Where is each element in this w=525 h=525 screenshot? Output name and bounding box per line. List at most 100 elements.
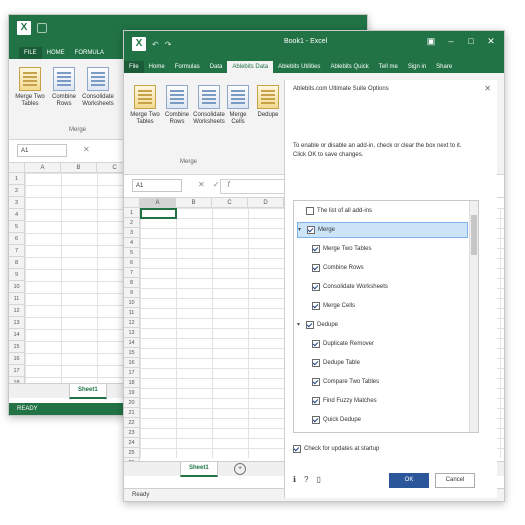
redo-icon[interactable]: ↷ bbox=[165, 40, 172, 49]
row-header[interactable]: 6 bbox=[124, 258, 140, 268]
checkbox[interactable] bbox=[312, 245, 320, 253]
checkbox[interactable] bbox=[312, 416, 320, 424]
row-header[interactable]: 13 bbox=[124, 328, 140, 338]
cancel-icon[interactable]: ✕ bbox=[83, 145, 90, 154]
tree-item[interactable]: Quick Dedupe bbox=[312, 412, 361, 428]
row-header[interactable]: 17 bbox=[124, 368, 140, 378]
row-header[interactable]: 9 bbox=[124, 288, 140, 298]
row-header[interactable]: 7 bbox=[9, 245, 25, 257]
row-header[interactable]: 25 bbox=[124, 448, 140, 458]
row-header[interactable]: 7 bbox=[124, 268, 140, 278]
checkbox[interactable] bbox=[312, 283, 320, 291]
row-header[interactable]: 5 bbox=[9, 221, 25, 233]
add-sheet-icon[interactable]: + bbox=[234, 463, 246, 475]
tab-data[interactable]: Data bbox=[205, 61, 228, 73]
tree-item[interactable]: Duplicate Remover bbox=[312, 336, 374, 352]
row-header[interactable]: 14 bbox=[124, 338, 140, 348]
row-header[interactable]: 3 bbox=[124, 228, 140, 238]
row-header[interactable]: 5 bbox=[124, 248, 140, 258]
tree-item[interactable]: Dedupe Table bbox=[312, 355, 360, 371]
row-header[interactable]: 9 bbox=[9, 269, 25, 281]
row-header[interactable]: 15 bbox=[124, 348, 140, 358]
combine-rows-button[interactable]: Combine Rows bbox=[160, 85, 194, 126]
row-header[interactable]: 10 bbox=[124, 298, 140, 308]
page-icon[interactable]: ▯ bbox=[317, 475, 321, 484]
column-header[interactable]: A bbox=[25, 163, 61, 173]
row-header[interactable]: 10 bbox=[9, 281, 25, 293]
row-header[interactable]: 15 bbox=[9, 341, 25, 353]
name-box[interactable]: A1 bbox=[132, 179, 182, 192]
row-header[interactable]: 3 bbox=[9, 197, 25, 209]
tree-item[interactable]: Find Fuzzy Matches bbox=[312, 393, 377, 409]
checkbox[interactable] bbox=[312, 264, 320, 272]
checkbox[interactable] bbox=[312, 340, 320, 348]
checkbox[interactable] bbox=[293, 445, 301, 453]
enter-icon[interactable]: ✓ bbox=[213, 180, 220, 189]
merge-two-tables-button[interactable]: Merge Two Tables bbox=[128, 85, 162, 126]
row-header[interactable]: 2 bbox=[9, 185, 25, 197]
tab-file[interactable]: File bbox=[124, 61, 144, 73]
sheet-tab[interactable]: Sheet1 bbox=[180, 462, 218, 477]
tree-item[interactable]: Consolidate Worksheets bbox=[312, 279, 388, 295]
tab-home[interactable]: HOME bbox=[42, 47, 70, 59]
row-header[interactable]: 1 bbox=[9, 173, 25, 185]
tree-item[interactable]: ▾ Dedupe bbox=[297, 317, 338, 333]
ribbon-display-icon[interactable]: ▣ bbox=[426, 36, 436, 47]
consolidate-worksheets-button[interactable]: Consolidate Worksheets bbox=[192, 85, 226, 126]
ok-button[interactable]: OK bbox=[389, 473, 429, 488]
minimize-icon[interactable]: – bbox=[446, 36, 456, 47]
merge-cells-button[interactable]: Merge Cells bbox=[224, 85, 252, 126]
column-header[interactable]: A bbox=[140, 198, 176, 208]
column-header[interactable]: C bbox=[212, 198, 248, 208]
tab-share[interactable]: Share bbox=[431, 61, 457, 73]
tab-formulas[interactable]: Formulas bbox=[170, 61, 205, 73]
row-header[interactable]: 8 bbox=[124, 278, 140, 288]
row-header[interactable]: 2 bbox=[124, 218, 140, 228]
select-all[interactable] bbox=[9, 163, 25, 173]
tree-scrollbar[interactable] bbox=[469, 201, 478, 432]
expand-icon[interactable]: ▾ bbox=[297, 317, 303, 333]
undo-icon[interactable]: ↶ bbox=[152, 40, 159, 49]
select-all[interactable] bbox=[124, 198, 140, 208]
consolidate-worksheets-button[interactable]: Consolidate Worksheets bbox=[81, 67, 115, 108]
close-icon[interactable]: ✕ bbox=[484, 84, 491, 93]
tree-item[interactable]: Merge Cells bbox=[312, 298, 355, 314]
row-header[interactable]: 21 bbox=[124, 408, 140, 418]
checkbox[interactable] bbox=[306, 207, 314, 215]
tree-item[interactable]: Compare Two Tables bbox=[312, 374, 379, 390]
row-header[interactable]: 16 bbox=[9, 353, 25, 365]
column-header[interactable]: B bbox=[176, 198, 212, 208]
row-header[interactable]: 13 bbox=[9, 317, 25, 329]
close-icon[interactable]: ✕ bbox=[486, 36, 496, 47]
formula-input[interactable] bbox=[220, 179, 284, 194]
row-header[interactable]: 12 bbox=[9, 305, 25, 317]
row-header[interactable]: 19 bbox=[124, 388, 140, 398]
combine-rows-button[interactable]: Combine Rows bbox=[47, 67, 81, 108]
row-header[interactable]: 12 bbox=[124, 318, 140, 328]
row-header[interactable]: 6 bbox=[9, 233, 25, 245]
tab-ablebits-utilities[interactable]: Ablebits Utilities bbox=[273, 61, 325, 73]
row-header[interactable]: 22 bbox=[124, 418, 140, 428]
row-header[interactable]: 11 bbox=[9, 293, 25, 305]
tab-formulas[interactable]: FORMULA bbox=[70, 47, 109, 59]
row-header[interactable]: 18 bbox=[124, 378, 140, 388]
dedupe-button[interactable]: Dedupe bbox=[254, 85, 282, 119]
tree-item[interactable]: The list of all add-ins bbox=[297, 203, 372, 219]
scroll-thumb[interactable] bbox=[471, 215, 477, 255]
row-header[interactable]: 11 bbox=[124, 308, 140, 318]
row-header[interactable]: 20 bbox=[124, 398, 140, 408]
checkbox[interactable] bbox=[312, 397, 320, 405]
name-box[interactable]: A1 bbox=[17, 144, 67, 157]
save-icon[interactable] bbox=[37, 23, 47, 33]
help-icon[interactable]: ? bbox=[304, 475, 308, 484]
row-header[interactable]: 4 bbox=[9, 209, 25, 221]
row-header[interactable]: 24 bbox=[124, 438, 140, 448]
tab-ablebits-data[interactable]: Ablebits Data bbox=[227, 61, 274, 73]
tab-sign-in[interactable]: Sign in bbox=[403, 61, 431, 73]
checkbox[interactable] bbox=[312, 359, 320, 367]
active-cell[interactable] bbox=[140, 208, 177, 219]
checkbox[interactable] bbox=[312, 378, 320, 386]
info-icon[interactable]: ℹ bbox=[293, 475, 296, 484]
row-header[interactable]: 1 bbox=[124, 208, 140, 218]
cancel-button[interactable]: Cancel bbox=[435, 473, 475, 488]
